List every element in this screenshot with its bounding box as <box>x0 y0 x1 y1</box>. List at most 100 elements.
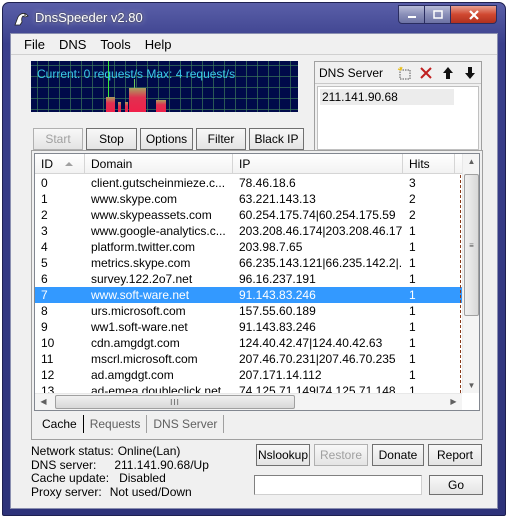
cell-domain: mscrl.microsoft.com <box>91 352 198 366</box>
title-bar[interactable]: DnsSpeeder v2.80 <box>3 3 505 33</box>
table-row[interactable]: 8 urs.microsoft.com 157.55.60.189 1 <box>35 303 463 319</box>
restore-button[interactable]: Restore <box>314 444 368 466</box>
report-button[interactable]: Report <box>428 444 482 466</box>
donate-button[interactable]: Donate <box>372 444 424 466</box>
dns-server-item[interactable]: 211.141.90.68 <box>320 89 454 105</box>
scroll-left-arrow-icon[interactable]: ◀ <box>35 397 52 406</box>
cell-domain: www.google-analytics.c... <box>91 224 226 238</box>
table-row[interactable]: 7 www.soft-ware.net 91.143.83.246 1 <box>35 287 463 303</box>
maximize-button[interactable] <box>425 5 451 24</box>
graph-bar <box>125 102 128 112</box>
dns-server-status-value: 211.141.90.68/Up <box>114 457 209 472</box>
tab-dns-server[interactable]: DNS Server <box>147 415 225 433</box>
window-title: DnsSpeeder v2.80 <box>35 10 143 25</box>
table-row[interactable]: 2 www.skypeassets.com 60.254.175.74|60.254… <box>35 207 463 223</box>
cell-domain: metrics.skype.com <box>91 256 191 270</box>
minimize-icon <box>407 15 416 18</box>
cell-ip: 207.46.70.231|207.46.70.235 <box>239 352 396 366</box>
black-ip-button[interactable]: Black IP <box>249 128 304 150</box>
cell-id: 2 <box>41 208 48 222</box>
network-status-value: Online(Lan) <box>117 444 181 458</box>
cell-id: 7 <box>41 288 48 302</box>
horizontal-scroll-thumb[interactable]: III <box>55 395 295 409</box>
cell-ip: 203.98.7.65 <box>239 240 303 254</box>
cell-ip: 63.221.143.13 <box>239 192 316 206</box>
delete-icon <box>420 66 432 79</box>
stop-button[interactable]: Stop <box>86 128 137 150</box>
close-button[interactable] <box>451 5 497 24</box>
table-row[interactable]: 10 cdn.amgdgt.com 124.40.42.47|124.40.42.6… <box>35 335 463 351</box>
control-buttons: Start Stop Options Filter Black IP <box>33 128 304 150</box>
move-down-button[interactable] <box>459 64 481 82</box>
table-row[interactable]: 3 www.google-analytics.c... 203.208.46.174… <box>35 223 463 239</box>
table-row[interactable]: 6 survey.122.2o7.net 96.16.237.191 1 <box>35 271 463 287</box>
options-button[interactable]: Options <box>140 128 193 150</box>
cell-hits: 1 <box>409 304 416 318</box>
action-buttons: Nslookup Restore Donate Report <box>256 444 482 466</box>
menu-dns[interactable]: DNS <box>52 37 93 52</box>
app-window: DnsSpeeder v2.80 File DNS Tools Help Cur… <box>2 2 506 516</box>
lookup-input[interactable] <box>254 475 422 495</box>
menu-tools[interactable]: Tools <box>93 37 137 52</box>
tab-requests[interactable]: Requests <box>84 415 148 433</box>
cell-id: 11 <box>41 352 54 366</box>
cell-hits: 1 <box>409 272 416 286</box>
cache-update-label: Cache update: <box>31 471 110 485</box>
menu-file[interactable]: File <box>17 37 52 52</box>
table-row[interactable]: 12 ad.amgdgt.com 207.171.14.112 1 <box>35 367 463 383</box>
scroll-down-arrow-icon[interactable]: ▼ <box>463 381 479 390</box>
filter-button[interactable]: Filter <box>196 128 246 150</box>
delete-server-button[interactable] <box>415 64 437 82</box>
dns-server-list[interactable]: 211.141.90.68 <box>317 86 479 150</box>
list-rows: 0 client.gutscheinmieze.c... 78.46.18.6 3 1 w… <box>35 175 463 399</box>
go-button[interactable]: Go <box>429 475 483 495</box>
cell-domain: ww1.soft-ware.net <box>91 320 188 334</box>
move-up-button[interactable] <box>437 64 459 82</box>
cell-domain: www.soft-ware.net <box>91 288 190 302</box>
cell-ip: 66.235.143.121|66.235.142.2|... <box>239 256 403 270</box>
column-header-ip[interactable]: IP <box>233 154 403 174</box>
cell-domain: www.skypeassets.com <box>91 208 212 222</box>
cell-hits: 1 <box>409 352 416 366</box>
table-row[interactable]: 5 metrics.skype.com 66.235.143.121|66.235.… <box>35 255 463 271</box>
cell-domain: client.gutscheinmieze.c... <box>91 176 226 190</box>
column-header-hits[interactable]: Hits <box>403 154 455 174</box>
graph-bar <box>156 100 166 112</box>
cell-ip: 124.40.42.47|124.40.42.63 <box>239 336 383 350</box>
menu-help[interactable]: Help <box>138 37 179 52</box>
cache-list[interactable]: ID Domain IP Hits 0 client.gutscheinmieze… <box>34 153 480 411</box>
cell-ip: 60.254.175.74|60.254.175.59 <box>239 208 396 222</box>
scroll-up-arrow-icon[interactable]: ▲ <box>463 157 479 166</box>
client-area: File DNS Tools Help Current: 0 request/s… <box>10 33 498 509</box>
cache-update-value: Disabled <box>119 471 166 485</box>
tab-cache[interactable]: Cache <box>36 415 84 433</box>
vertical-scrollbar[interactable]: ▲ ≡ ▼ <box>462 154 479 393</box>
cell-hits: 3 <box>409 176 416 190</box>
network-status-label: Network status: <box>31 444 114 458</box>
cell-hits: 1 <box>409 240 416 254</box>
cell-id: 4 <box>41 240 48 254</box>
graph-bar <box>129 88 146 112</box>
column-divider <box>460 175 461 393</box>
horizontal-scrollbar[interactable]: ◀ III ▶ <box>35 393 462 410</box>
table-row[interactable]: 0 client.gutscheinmieze.c... 78.46.18.6 3 <box>35 175 463 191</box>
table-row[interactable]: 1 www.skype.com 63.221.143.13 2 <box>35 191 463 207</box>
cell-id: 0 <box>41 176 48 190</box>
table-row[interactable]: 9 ww1.soft-ware.net 91.143.83.246 1 <box>35 319 463 335</box>
column-header-id[interactable]: ID <box>35 154 85 174</box>
sort-ascending-icon <box>65 162 73 166</box>
cell-id: 8 <box>41 304 48 318</box>
scroll-right-arrow-icon[interactable]: ▶ <box>445 397 462 406</box>
cell-ip: 78.46.18.6 <box>239 176 296 190</box>
move-up-icon <box>443 66 453 79</box>
table-row[interactable]: 11 mscrl.microsoft.com 207.46.70.231|207.4… <box>35 351 463 367</box>
status-panel: Network status: Online(Lan) DNS server: 21… <box>31 444 209 499</box>
nslookup-button[interactable]: Nslookup <box>256 444 310 466</box>
table-row[interactable]: 4 platform.twitter.com 203.98.7.65 1 <box>35 239 463 255</box>
vertical-scroll-thumb[interactable]: ≡ <box>464 174 479 316</box>
minimize-button[interactable] <box>398 5 425 24</box>
start-button[interactable]: Start <box>33 128 83 150</box>
cell-ip: 91.143.83.246 <box>239 320 316 334</box>
column-header-domain[interactable]: Domain <box>85 154 233 174</box>
add-server-button[interactable] <box>393 64 415 82</box>
